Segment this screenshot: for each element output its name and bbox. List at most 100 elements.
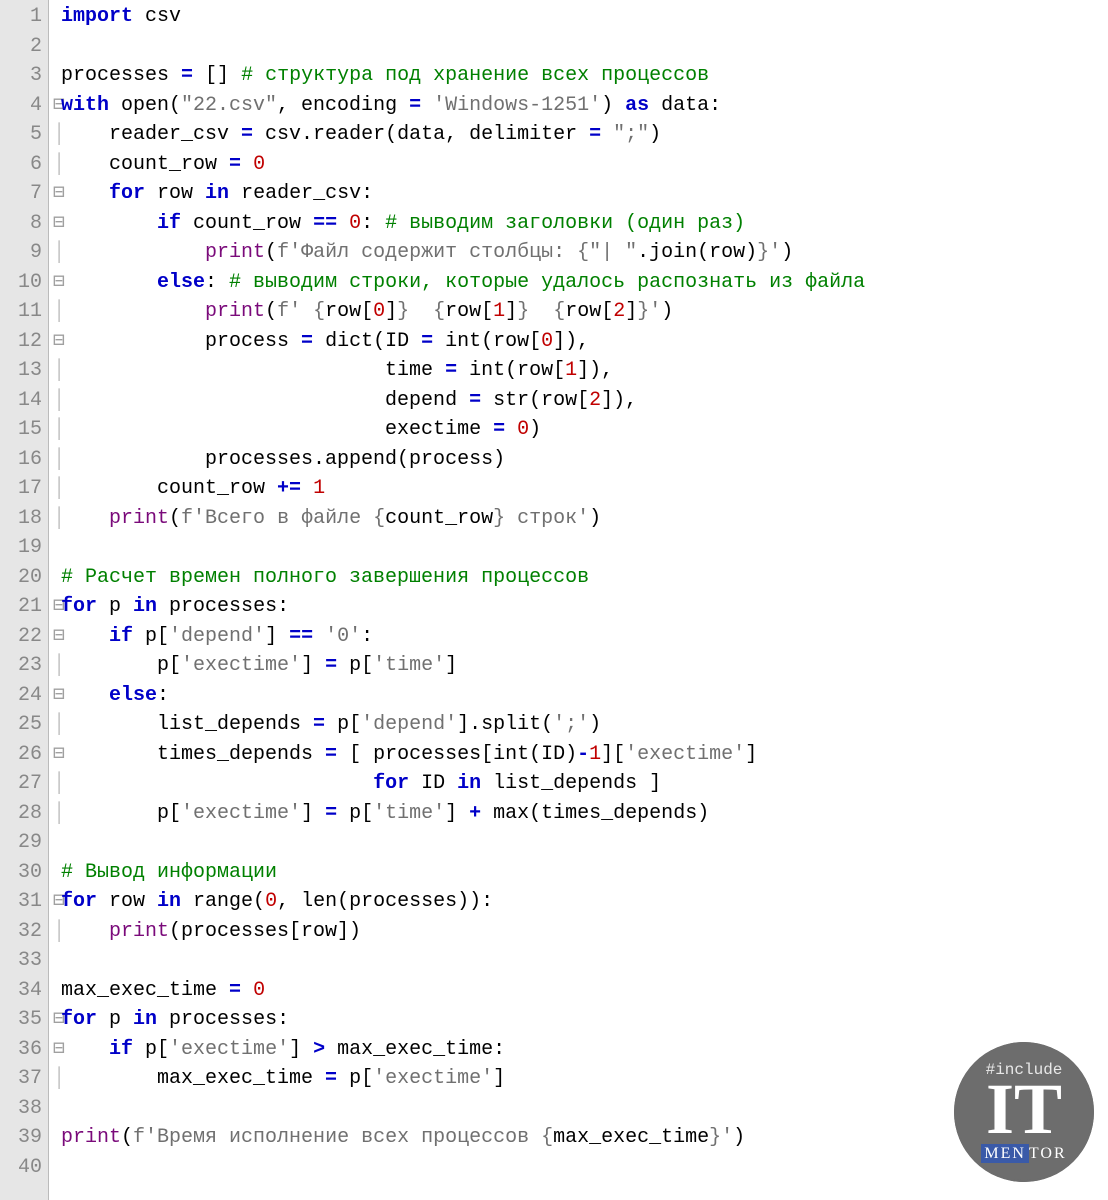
line-number: 4 xyxy=(6,91,42,121)
line-number: 17 xyxy=(6,474,42,504)
code-line: │ p['exectime'] = p['time'] xyxy=(53,651,1108,681)
fold-guide-icon: │ xyxy=(53,445,61,475)
fold-toggle-icon[interactable]: ⊟ xyxy=(53,622,61,652)
code-line: ⊟ if p['exectime'] > max_exec_time: xyxy=(53,1035,1108,1065)
fold-guide-icon: │ xyxy=(53,386,61,416)
code-line: print(f'Время исполнение всех процессов … xyxy=(53,1123,1108,1153)
line-number: 23 xyxy=(6,651,42,681)
line-number: 21 xyxy=(6,592,42,622)
fold-guide-icon: │ xyxy=(53,651,61,681)
code-line: # Вывод информации xyxy=(53,858,1108,888)
fold-toggle-icon[interactable]: ⊟ xyxy=(53,327,61,357)
fold-toggle-icon[interactable]: ⊟ xyxy=(53,179,61,209)
line-number: 10 xyxy=(6,268,42,298)
code-line xyxy=(53,946,1108,976)
fold-toggle-icon[interactable]: ⊟ xyxy=(53,740,61,770)
code-line: ⊟ if p['depend'] == '0': xyxy=(53,622,1108,652)
code-line: │ for ID in list_depends ] xyxy=(53,769,1108,799)
line-number: 15 xyxy=(6,415,42,445)
line-number: 25 xyxy=(6,710,42,740)
code-line xyxy=(53,32,1108,62)
line-number: 29 xyxy=(6,828,42,858)
code-line: │ processes.append(process) xyxy=(53,445,1108,475)
line-number: 27 xyxy=(6,769,42,799)
code-line: processes = [] # структура под хранение … xyxy=(53,61,1108,91)
code-line: │ count_row += 1 xyxy=(53,474,1108,504)
code-line: ⊟ else: xyxy=(53,681,1108,711)
code-line: max_exec_time = 0 xyxy=(53,976,1108,1006)
code-line: ⊟for p in processes: xyxy=(53,1005,1108,1035)
code-line: ⊟ else: # выводим строки, которые удалос… xyxy=(53,268,1108,298)
line-number: 5 xyxy=(6,120,42,150)
code-line: │ print(processes[row]) xyxy=(53,917,1108,947)
line-number: 20 xyxy=(6,563,42,593)
code-line: ⊟for p in processes: xyxy=(53,592,1108,622)
code-line: │ count_row = 0 xyxy=(53,150,1108,180)
code-line: │ time = int(row[1]), xyxy=(53,356,1108,386)
line-number: 34 xyxy=(6,976,42,1006)
line-number: 14 xyxy=(6,386,42,416)
line-number: 30 xyxy=(6,858,42,888)
fold-toggle-icon[interactable]: ⊟ xyxy=(53,887,61,917)
line-number: 1 xyxy=(6,2,42,32)
fold-guide-icon: │ xyxy=(53,710,61,740)
line-number: 24 xyxy=(6,681,42,711)
line-number: 40 xyxy=(6,1153,42,1183)
line-number: 32 xyxy=(6,917,42,947)
line-number: 18 xyxy=(6,504,42,534)
fold-toggle-icon[interactable]: ⊟ xyxy=(53,1005,61,1035)
code-line: ⊟for row in range(0, len(processes)): xyxy=(53,887,1108,917)
fold-guide-icon: │ xyxy=(53,150,61,180)
line-number: 35 xyxy=(6,1005,42,1035)
code-line xyxy=(53,828,1108,858)
line-number: 33 xyxy=(6,946,42,976)
fold-guide-icon: │ xyxy=(53,474,61,504)
line-number: 28 xyxy=(6,799,42,829)
line-number: 38 xyxy=(6,1094,42,1124)
fold-guide-icon: │ xyxy=(53,238,61,268)
code-line: # Расчет времен полного завершения проце… xyxy=(53,563,1108,593)
code-line: ⊟ for row in reader_csv: xyxy=(53,179,1108,209)
line-number: 12 xyxy=(6,327,42,357)
code-line xyxy=(53,1153,1108,1183)
logo-mentor: MENTOR xyxy=(981,1139,1066,1169)
code-line: │ reader_csv = csv.reader(data, delimite… xyxy=(53,120,1108,150)
fold-guide-icon: │ xyxy=(53,769,61,799)
code-line: │ print(f'Всего в файле {count_row} стро… xyxy=(53,504,1108,534)
watermark-logo: #include IT MENTOR xyxy=(954,1042,1094,1182)
code-line: │ exectime = 0) xyxy=(53,415,1108,445)
fold-toggle-icon[interactable]: ⊟ xyxy=(53,268,61,298)
line-number: 19 xyxy=(6,533,42,563)
fold-toggle-icon[interactable]: ⊟ xyxy=(53,91,61,121)
fold-guide-icon: │ xyxy=(53,799,61,829)
fold-toggle-icon[interactable]: ⊟ xyxy=(53,592,61,622)
line-number: 9 xyxy=(6,238,42,268)
line-number-gutter: 1234567891011121314151617181920212223242… xyxy=(0,0,49,1200)
line-number: 6 xyxy=(6,150,42,180)
line-number: 36 xyxy=(6,1035,42,1065)
code-line: │ max_exec_time = p['exectime'] xyxy=(53,1064,1108,1094)
line-number: 22 xyxy=(6,622,42,652)
line-number: 7 xyxy=(6,179,42,209)
code-line: │ p['exectime'] = p['time'] + max(times_… xyxy=(53,799,1108,829)
code-line: │ list_depends = p['depend'].split(';') xyxy=(53,710,1108,740)
fold-toggle-icon[interactable]: ⊟ xyxy=(53,209,61,239)
fold-guide-icon: │ xyxy=(53,504,61,534)
fold-guide-icon: │ xyxy=(53,356,61,386)
code-line: ⊟ process = dict(ID = int(row[0]), xyxy=(53,327,1108,357)
code-line xyxy=(53,533,1108,563)
code-line xyxy=(53,1094,1108,1124)
fold-guide-icon: │ xyxy=(53,415,61,445)
line-number: 2 xyxy=(6,32,42,62)
logo-it: IT xyxy=(986,1079,1062,1139)
line-number: 16 xyxy=(6,445,42,475)
fold-guide-icon: │ xyxy=(53,120,61,150)
line-number: 37 xyxy=(6,1064,42,1094)
fold-toggle-icon[interactable]: ⊟ xyxy=(53,681,61,711)
line-number: 11 xyxy=(6,297,42,327)
fold-guide-icon: │ xyxy=(53,297,61,327)
line-number: 3 xyxy=(6,61,42,91)
fold-guide-icon: │ xyxy=(53,917,61,947)
code-line: ⊟ if count_row == 0: # выводим заголовки… xyxy=(53,209,1108,239)
fold-toggle-icon[interactable]: ⊟ xyxy=(53,1035,61,1065)
